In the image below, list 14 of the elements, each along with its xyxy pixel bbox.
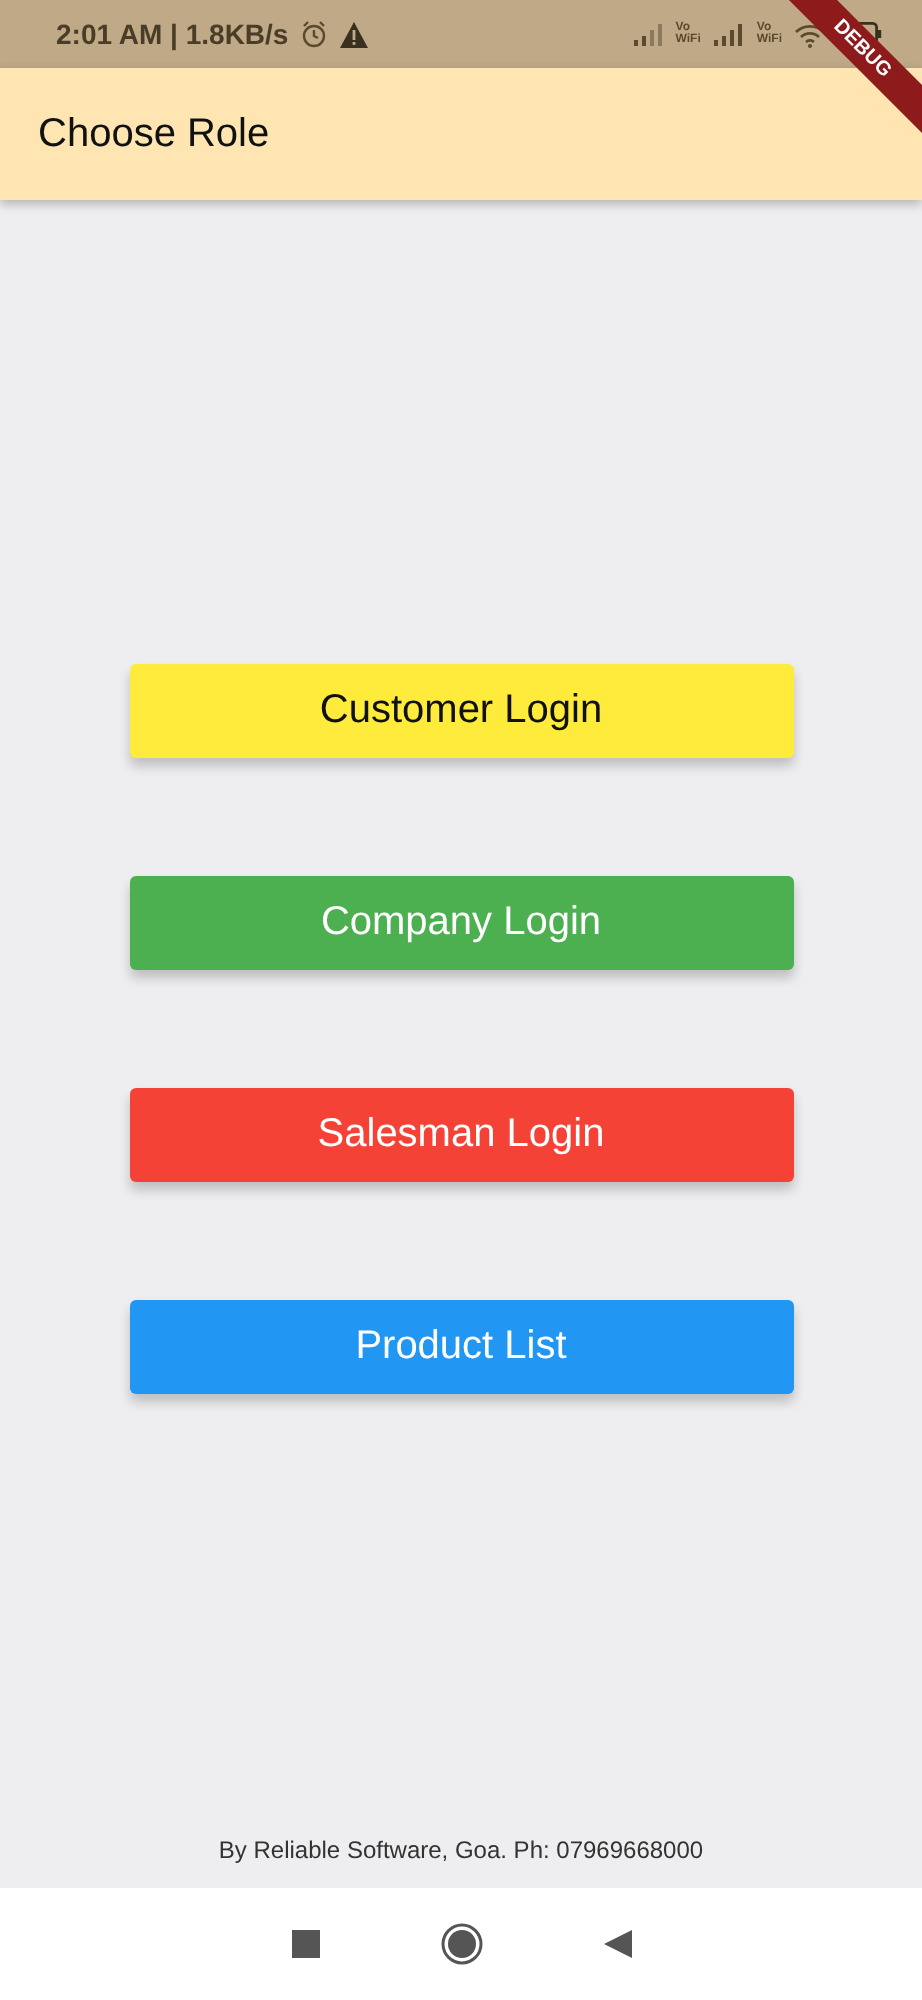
role-button[interactable]: Salesman Login xyxy=(129,1088,793,1182)
back-icon[interactable] xyxy=(601,1928,633,1960)
signal-icon xyxy=(631,22,664,46)
role-button[interactable]: Customer Login xyxy=(129,664,793,758)
alarm-clock-icon xyxy=(300,20,329,48)
home-icon[interactable] xyxy=(439,1922,483,1966)
status-time: 2:01 AM | 1.8KB/s xyxy=(56,18,289,50)
recents-icon[interactable] xyxy=(289,1928,321,1960)
role-button[interactable]: Company Login xyxy=(129,876,793,970)
footer-text: By Reliable Software, Goa. Ph: 07969668000 xyxy=(218,1836,704,1864)
warning-icon xyxy=(340,21,369,47)
app-bar-title: Choose Role xyxy=(38,111,270,157)
role-button[interactable]: Product List xyxy=(129,1300,793,1394)
signal-icon xyxy=(712,22,745,46)
